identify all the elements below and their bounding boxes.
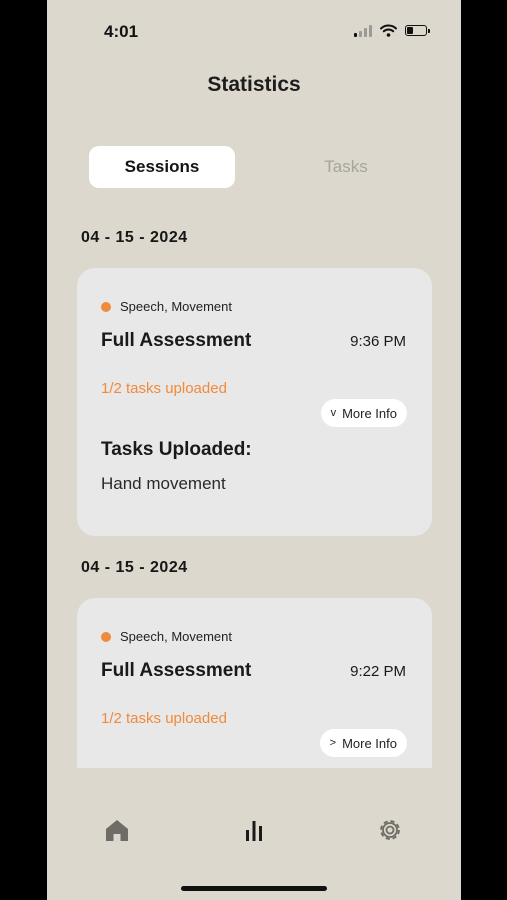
battery-icon <box>405 25 430 36</box>
more-info-label: More Info <box>342 405 397 421</box>
upload-progress: 1/2 tasks uploaded <box>101 710 227 727</box>
cellular-signal-icon <box>354 24 372 37</box>
upload-progress: 1/2 tasks uploaded <box>101 380 227 397</box>
chevron-right-icon: > <box>329 737 337 749</box>
wifi-icon <box>380 24 397 37</box>
home-indicator <box>181 886 327 891</box>
session-card[interactable]: Speech, Movement Full Assessment 9:36 PM… <box>77 268 432 536</box>
tasks-uploaded-heading: Tasks Uploaded: <box>101 439 252 460</box>
battery-level <box>407 27 413 34</box>
session-tags: Speech, Movement <box>120 629 233 644</box>
session-date: 04 - 15 - 2024 <box>81 229 188 246</box>
session-title: Full Assessment <box>101 330 252 351</box>
session-date: 04 - 15 - 2024 <box>81 559 188 576</box>
status-icons <box>354 24 430 37</box>
session-time: 9:36 PM <box>350 333 406 350</box>
tab-sessions[interactable]: Sessions <box>89 146 235 188</box>
bottom-nav <box>47 768 461 900</box>
status-dot <box>101 632 111 642</box>
session-title: Full Assessment <box>101 660 252 681</box>
segmented-control: Sessions Tasks <box>89 146 419 188</box>
more-info-label: More Info <box>342 735 397 751</box>
page-title: Statistics <box>207 73 301 96</box>
home-icon[interactable] <box>104 818 130 842</box>
more-info-button[interactable]: v More Info <box>320 399 407 427</box>
bar-chart-icon[interactable] <box>241 818 267 842</box>
session-tags: Speech, Movement <box>120 299 233 314</box>
status-bar: 4:01 <box>47 0 461 64</box>
status-dot <box>101 302 111 312</box>
status-time: 4:01 <box>104 22 139 41</box>
uploaded-task-item: Hand movement <box>101 474 226 493</box>
phone-screen: 4:01 Statistics Sessions Tasks 04 - 15 -… <box>47 0 461 900</box>
session-time: 9:22 PM <box>350 663 406 680</box>
tab-tasks[interactable]: Tasks <box>273 146 419 188</box>
chevron-down-icon: v <box>330 407 337 419</box>
more-info-button[interactable]: > More Info <box>319 729 407 757</box>
gear-icon[interactable] <box>377 818 403 842</box>
